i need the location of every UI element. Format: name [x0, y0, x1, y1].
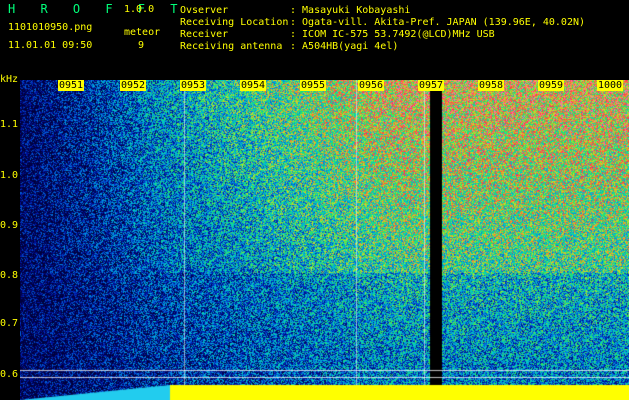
filename: 1101010950.png	[8, 22, 93, 33]
time-tick: 0958	[478, 80, 505, 91]
freq-tick: 1.0	[0, 170, 19, 181]
antenna-label: Receiving antenna	[180, 41, 283, 52]
version: 1.0.0	[124, 4, 155, 15]
time-tick: 0957	[418, 80, 445, 91]
freq-tick: 0.9	[0, 220, 19, 231]
meteor-label: meteor	[124, 27, 161, 38]
time-tick: 0952	[120, 80, 147, 91]
meteor-count: 9	[138, 40, 145, 51]
location-value: : Ogata-vill. Akita-Pref. JAPAN (139.96E…	[290, 17, 586, 28]
time-tick: 0951	[58, 80, 85, 91]
antenna-value: : A504HB(yagi 4el)	[290, 41, 399, 52]
time-tick: 0954	[240, 80, 267, 91]
time-tick: 0955	[300, 80, 327, 91]
location-label: Receiving Location	[180, 17, 289, 28]
freq-tick: 0.7	[0, 318, 19, 329]
observer-label: Ovserver	[180, 5, 229, 16]
spectrogram-panel	[20, 80, 629, 400]
receiver-value: : ICOM IC-575 53.7492(@LCD)MHz USB	[290, 29, 495, 40]
time-tick: 0959	[538, 80, 565, 91]
observer-value: : Masayuki Kobayashi	[290, 5, 411, 16]
time-tick: 0956	[358, 80, 385, 91]
freq-unit: kHz	[0, 74, 19, 85]
time-tick: 1000	[597, 80, 624, 91]
freq-tick: 1.1	[0, 119, 19, 130]
receiver-label: Receiver	[180, 29, 229, 40]
datetime: 11.01.01 09:50	[8, 40, 93, 51]
logo: H R O F F T	[8, 2, 187, 16]
freq-tick: 0.8	[0, 270, 19, 281]
freq-tick: 0.6	[0, 369, 19, 380]
time-tick: 0953	[180, 80, 207, 91]
spectrogram	[20, 80, 629, 400]
